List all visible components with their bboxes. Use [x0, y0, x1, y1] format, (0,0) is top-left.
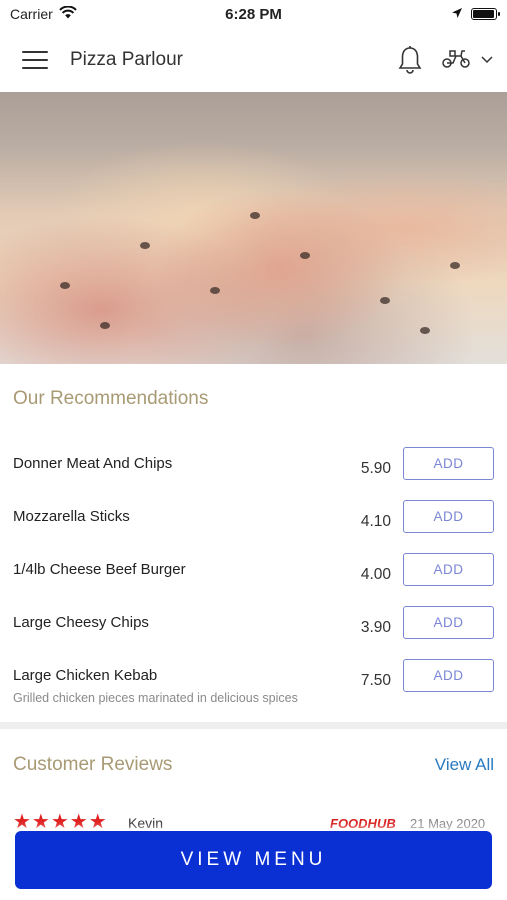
delivery-mode-selector[interactable]: [441, 47, 493, 74]
add-button[interactable]: ADD: [403, 500, 494, 533]
item-price: 5.90: [360, 460, 391, 477]
menu-icon[interactable]: [22, 51, 48, 69]
wifi-icon: [59, 5, 77, 22]
item-price: 7.50: [360, 672, 391, 689]
view-menu-button[interactable]: VIEW MENU: [15, 831, 492, 889]
recommendations-title: Our Recommendations: [13, 388, 209, 409]
reviewer-name: Kevin: [128, 815, 164, 830]
reviews-title: Customer Reviews: [13, 754, 173, 775]
item-price: 4.00: [360, 566, 391, 583]
review-source-logo: FOODHUB: [330, 816, 396, 830]
page-title: Pizza Parlour: [70, 49, 183, 70]
section-divider: [0, 722, 507, 729]
scooter-icon: [441, 47, 471, 74]
item-price: 3.90: [360, 619, 391, 636]
battery-icon: [471, 8, 500, 20]
location-arrow-icon: [451, 6, 463, 22]
status-bar: Carrier 6:28 PM: [0, 0, 507, 28]
carrier-label: Carrier: [10, 6, 53, 22]
review-date: 21 May 2020: [410, 816, 486, 830]
view-all-link[interactable]: View All: [435, 755, 494, 775]
item-name: Large Cheesy Chips: [13, 614, 149, 631]
add-button[interactable]: ADD: [403, 447, 494, 480]
add-button[interactable]: ADD: [403, 659, 494, 692]
item-name: Mozzarella Sticks: [13, 508, 130, 525]
review-item: ★★★★★ Kevin FOODHUB 21 May 2020: [0, 812, 507, 830]
item-name: 1/4lb Cheese Beef Burger: [13, 561, 186, 578]
item-name: Donner Meat And Chips: [13, 455, 173, 472]
item-name: Large Chicken Kebab: [13, 667, 158, 684]
star-rating: ★★★★★: [13, 812, 108, 830]
bell-icon[interactable]: [397, 45, 423, 75]
item-description: Grilled chicken pieces marinated in deli…: [13, 691, 298, 705]
item-price: 4.10: [360, 513, 391, 530]
chevron-down-icon: [481, 51, 493, 69]
hero-pizza-image: [0, 92, 507, 364]
nav-bar: Pizza Parlour: [0, 28, 507, 92]
add-button[interactable]: ADD: [403, 553, 494, 586]
add-button[interactable]: ADD: [403, 606, 494, 639]
recommendation-item: Large Chicken Kebab Grilled chicken piec…: [0, 659, 507, 720]
